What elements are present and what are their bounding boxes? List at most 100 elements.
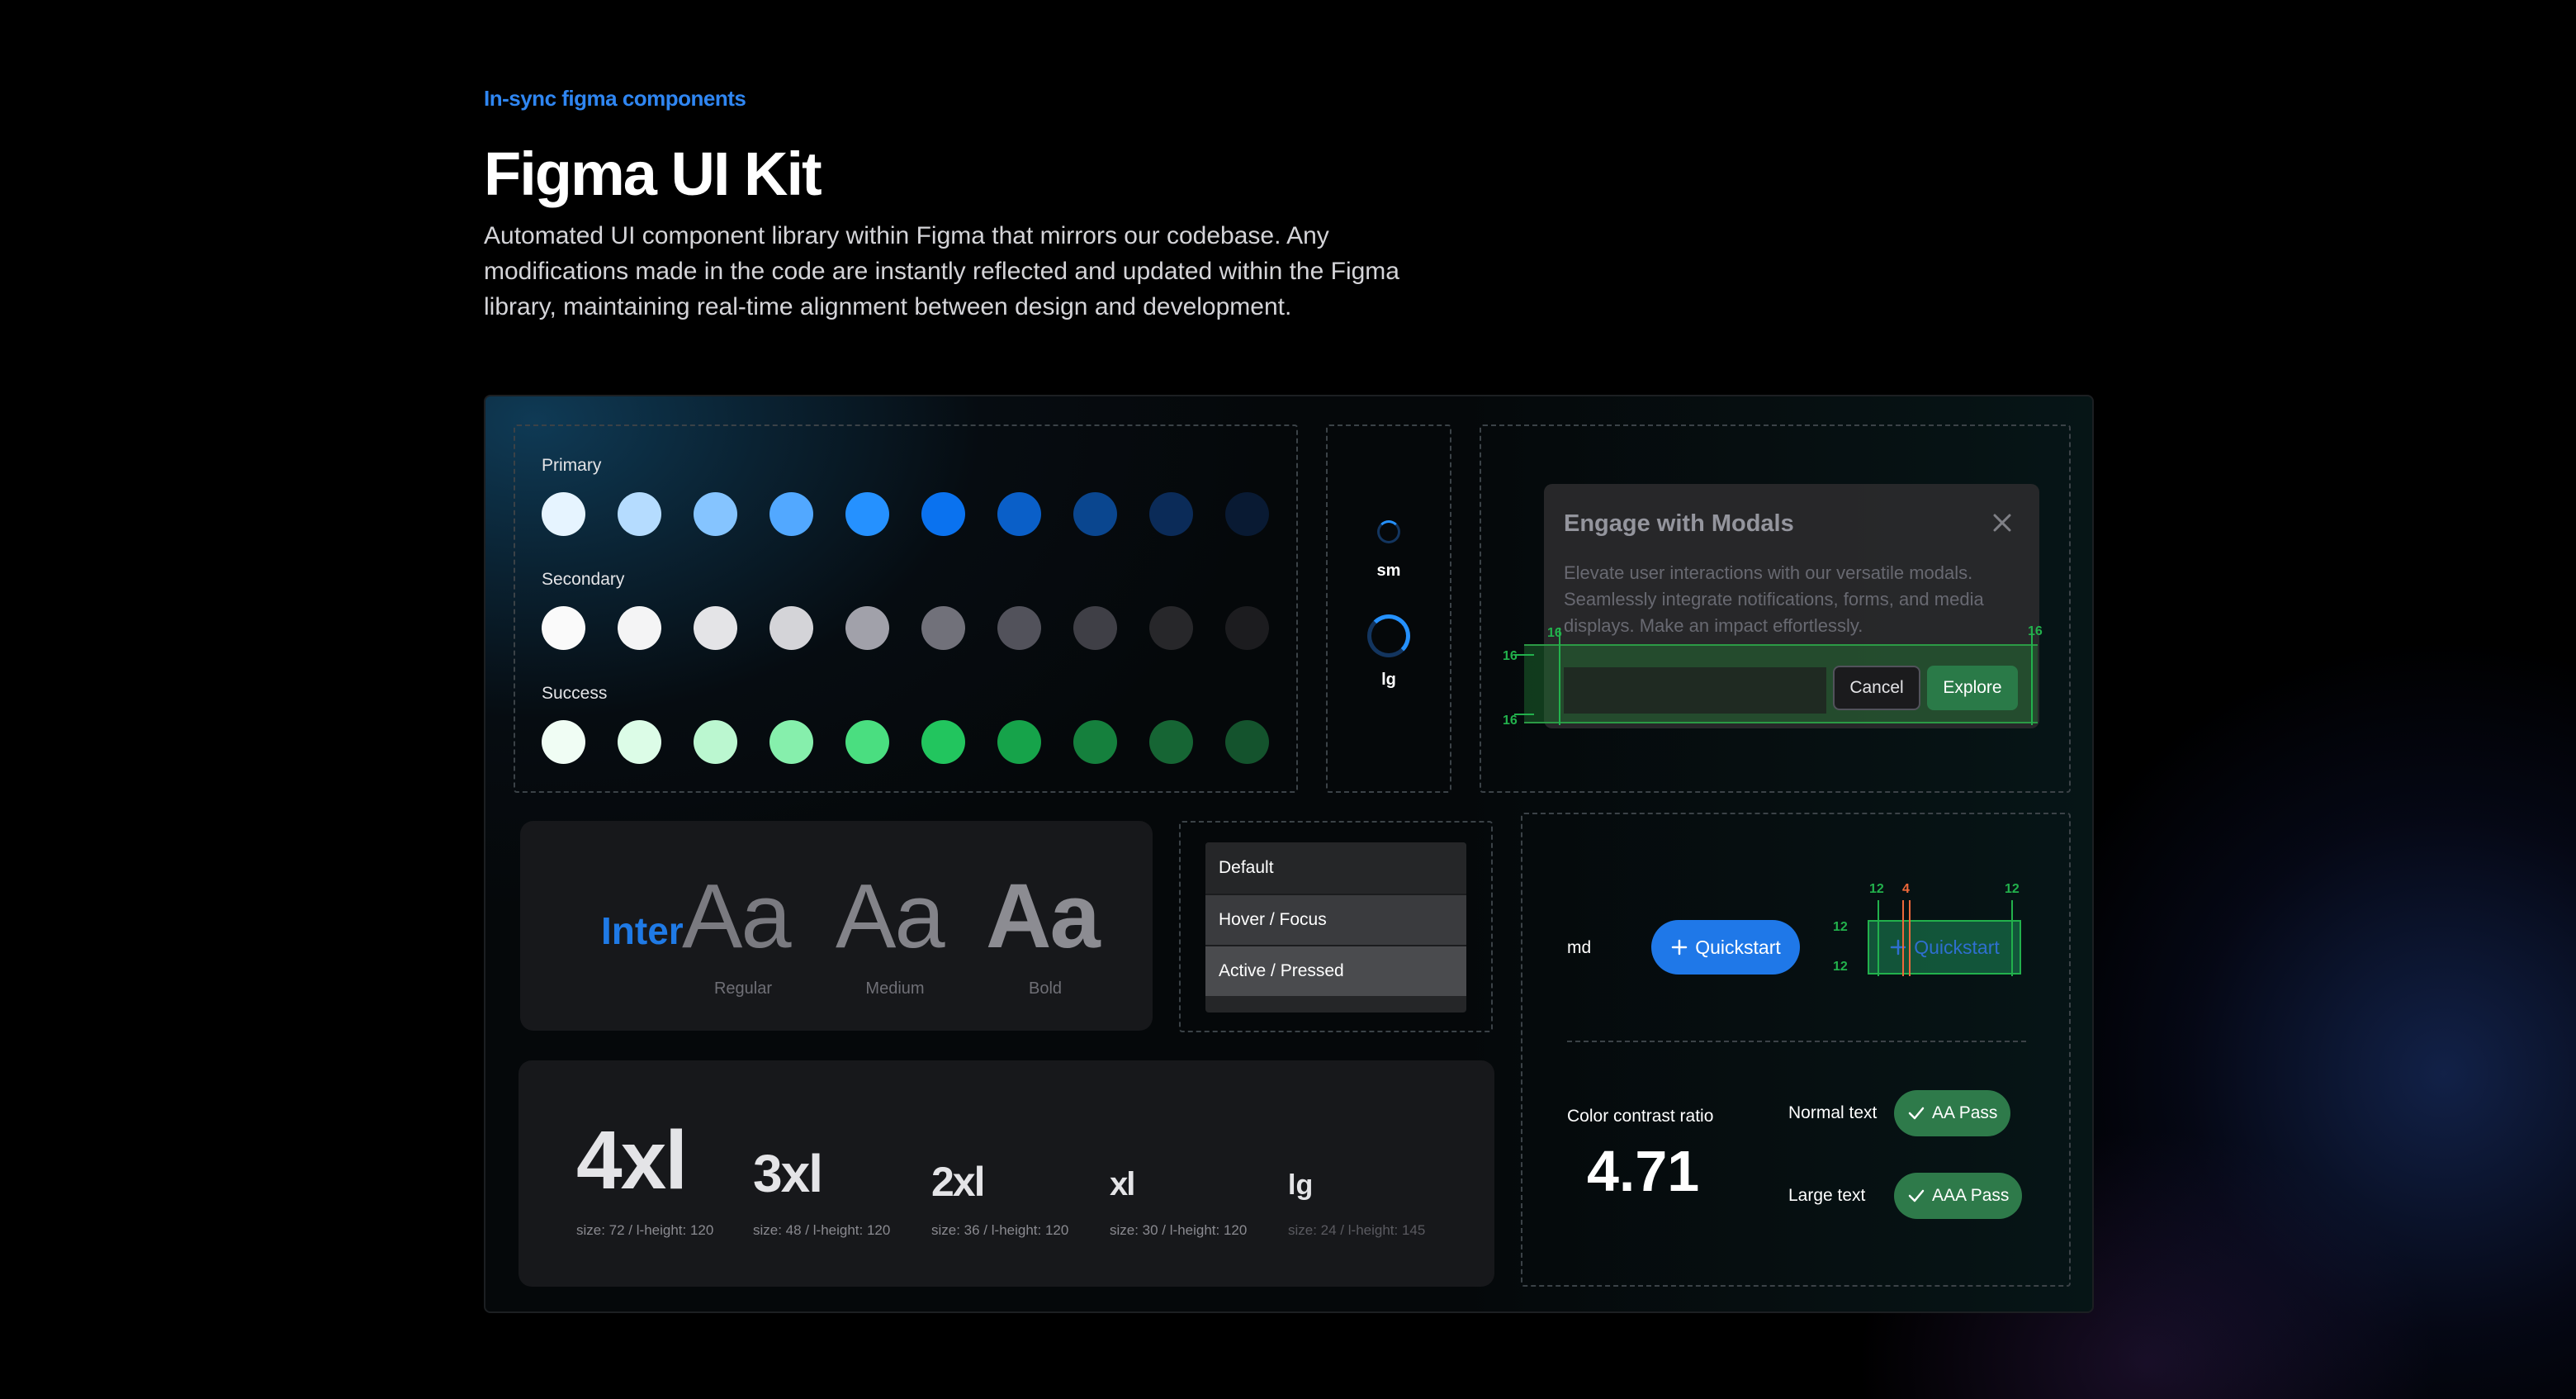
palette-row-secondary: [542, 606, 1269, 650]
padding-top: 12: [1833, 920, 1848, 934]
weight-regular: Regular: [713, 979, 773, 998]
color-swatch: [921, 492, 965, 536]
font-name: Inter: [601, 909, 684, 952]
quickstart-label: Quickstart: [1695, 936, 1781, 958]
close-icon[interactable]: [1990, 510, 2015, 535]
color-swatch: [1149, 720, 1193, 764]
size-2xl-spec: size: 36 / l-height: 120: [931, 1222, 1069, 1238]
color-swatch: [1149, 606, 1193, 650]
glyph-bold: Aa: [986, 865, 1101, 967]
modal-title: Engage with Modals: [1564, 510, 1794, 537]
color-swatch: [542, 606, 585, 650]
size-lg: lg: [1288, 1169, 1314, 1201]
explore-button[interactable]: Explore: [1927, 666, 2018, 710]
modal-body: Elevate user interactions with our versa…: [1564, 562, 1984, 636]
color-swatch: [1225, 606, 1269, 650]
weight-medium: Medium: [865, 979, 925, 998]
color-swatch: [1225, 720, 1269, 764]
aa-pass-label: AA Pass: [1932, 1103, 1998, 1122]
menu-item-hover[interactable]: Hover / Focus: [1205, 894, 1466, 945]
menu-item-active[interactable]: Active / Pressed: [1205, 945, 1466, 996]
weight-bold: Bold: [1028, 979, 1063, 998]
page-description: Automated UI component library within Fi…: [484, 222, 1399, 320]
page-title: Figma UI Kit: [484, 140, 822, 208]
size-2xl: 2xl: [931, 1159, 986, 1205]
glyph-regular: Aa: [682, 865, 792, 967]
color-swatch: [1149, 492, 1193, 536]
color-swatch: [769, 606, 813, 650]
section-divider: [1567, 1041, 2026, 1042]
color-swatch: [1073, 606, 1117, 650]
spinner-lg-label: lg: [1381, 671, 1396, 689]
color-swatch: [921, 606, 965, 650]
color-swatch: [769, 720, 813, 764]
padding-bottom: 12: [1833, 960, 1848, 974]
contrast-label: Color contrast ratio: [1567, 1107, 1714, 1126]
size-4xl-spec: size: 72 / l-height: 120: [576, 1222, 714, 1238]
color-swatch: [997, 720, 1041, 764]
color-swatch: [542, 492, 585, 536]
color-swatch: [845, 720, 889, 764]
color-swatch: [845, 492, 889, 536]
color-swatch: [694, 492, 737, 536]
size-xl-spec: size: 30 / l-height: 120: [1110, 1222, 1248, 1238]
size-4xl: 4xl: [576, 1114, 688, 1207]
color-swatch: [618, 492, 661, 536]
color-swatch: [694, 720, 737, 764]
spacing-bottom: 16: [1503, 714, 1518, 728]
color-swatch: [618, 720, 661, 764]
contrast-value: 4.71: [1587, 1139, 1700, 1203]
spinner-sm: [1377, 520, 1400, 543]
color-swatch: [1225, 492, 1269, 536]
dropdown-menu: Default Hover / Focus Active / Pressed: [1205, 842, 1466, 1012]
color-swatch: [997, 606, 1041, 650]
spinner-lg: [1367, 614, 1410, 657]
spinner-frame: [1326, 424, 1451, 793]
spinner-sm-label: sm: [1376, 562, 1401, 580]
typography-card: Inter Aa Aa Aa Regular Medium Bold: [520, 821, 1153, 1031]
aaa-pass-badge: AAA Pass: [1894, 1173, 2023, 1219]
palette-label-success: Success: [542, 684, 608, 703]
menu-item-default[interactable]: Default: [1205, 842, 1466, 894]
padding-gap: 4: [1902, 882, 1910, 896]
color-swatch: [997, 492, 1041, 536]
color-swatch: [921, 720, 965, 764]
spacing-top: 16: [1503, 649, 1518, 663]
size-3xl: 3xl: [753, 1144, 823, 1203]
plus-icon: [1671, 939, 1688, 956]
color-swatch: [1073, 720, 1117, 764]
plus-icon: [1890, 939, 1906, 956]
color-swatch: [845, 606, 889, 650]
check-icon: [1908, 1189, 1925, 1202]
palette-label-secondary: Secondary: [542, 570, 625, 589]
font-sizes-card: 4xl size: 72 / l-height: 120 3xl size: 4…: [519, 1060, 1494, 1287]
size-lg-spec: size: 24 / l-height: 145: [1288, 1222, 1426, 1238]
palette-label-primary: Primary: [542, 456, 602, 475]
aaa-pass-label: AAA Pass: [1932, 1186, 2010, 1205]
color-swatch: [1073, 492, 1117, 536]
spacing-right: 16: [2028, 624, 2043, 638]
color-swatch: [694, 606, 737, 650]
cancel-button[interactable]: Cancel: [1833, 666, 1920, 710]
glyph-medium: Aa: [836, 865, 945, 967]
size-xl: xl: [1110, 1166, 1135, 1202]
large-text-label: Large text: [1788, 1186, 1866, 1205]
aa-pass-badge: AA Pass: [1894, 1090, 2011, 1136]
quickstart-spacing-overlay: Quickstart: [1868, 920, 2021, 975]
spacing-left: 16: [1547, 626, 1562, 640]
eyebrow-label: In-sync figma components: [484, 86, 746, 111]
palette-row-primary: [542, 492, 1269, 536]
quickstart-ghost-label: Quickstart: [1914, 936, 2000, 958]
showcase-panel: Primary Secondary Success sm lg Engage w…: [484, 395, 2094, 1313]
size-3xl-spec: size: 48 / l-height: 120: [753, 1222, 891, 1238]
normal-text-label: Normal text: [1788, 1103, 1878, 1122]
size-label: md: [1567, 938, 1592, 957]
color-swatch: [542, 720, 585, 764]
quickstart-button[interactable]: Quickstart: [1651, 920, 1800, 975]
color-swatch: [618, 606, 661, 650]
check-icon: [1908, 1107, 1925, 1120]
color-swatch: [769, 492, 813, 536]
palette-row-success: [542, 720, 1269, 764]
padding-right: 12: [2005, 882, 2020, 896]
padding-left: 12: [1869, 882, 1884, 896]
